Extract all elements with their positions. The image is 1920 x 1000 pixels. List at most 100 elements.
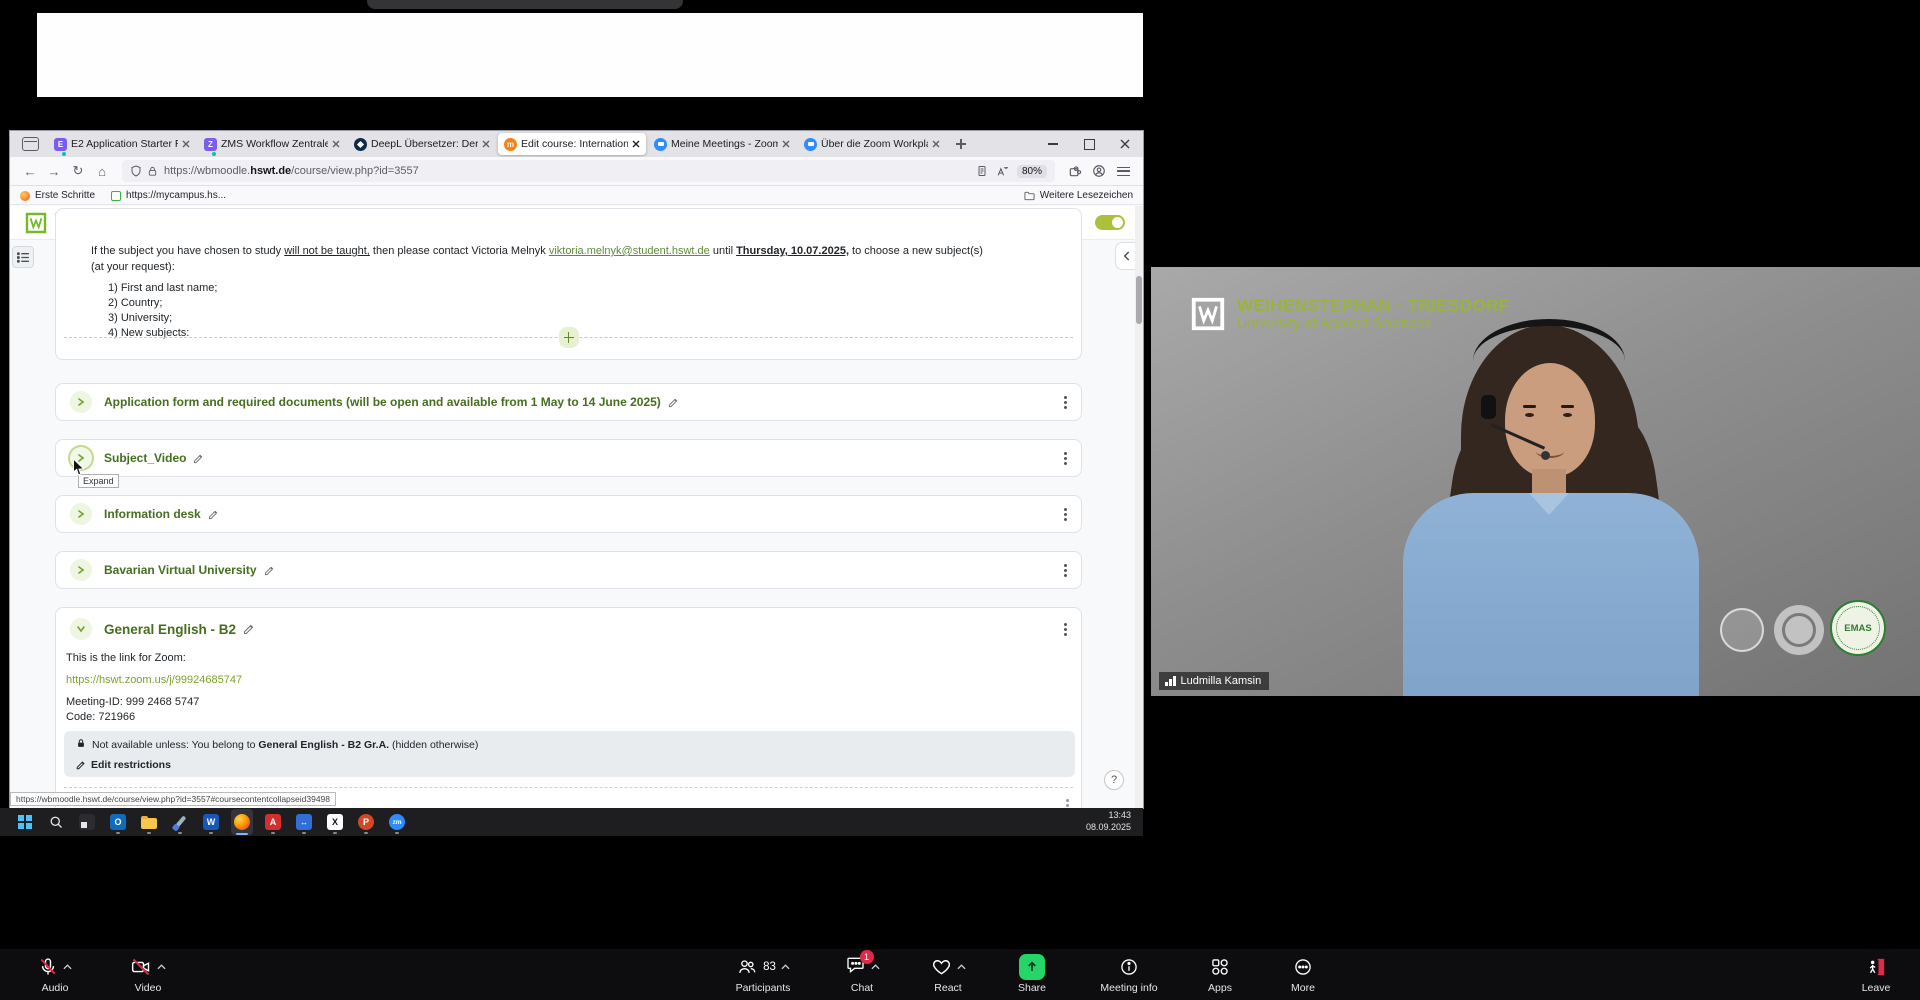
more-bookmarks-button[interactable]: Weitere Lesezeichen bbox=[1024, 190, 1133, 201]
page-scrollbar[interactable] bbox=[1135, 206, 1143, 808]
close-tab-icon[interactable] bbox=[632, 140, 640, 148]
tab-e2-application[interactable]: E E2 Application Starter Rolle:M bbox=[48, 133, 196, 155]
taskbar-zoom-button[interactable]: zm bbox=[386, 809, 408, 835]
zoom-meeting-link[interactable]: https://hswt.zoom.us/j/99924685747 bbox=[66, 674, 242, 686]
bookmark-erste-schritte[interactable]: Erste Schritte bbox=[20, 190, 95, 201]
profile-icon[interactable] bbox=[1087, 164, 1111, 178]
leave-meeting-button[interactable]: Leave bbox=[1836, 949, 1916, 1000]
close-tab-icon[interactable] bbox=[482, 140, 490, 148]
shield-icon[interactable] bbox=[130, 165, 142, 177]
taskbar-x-app-button[interactable]: X bbox=[324, 809, 346, 835]
email-link[interactable]: viktoria.melnyk@student.hswt.de bbox=[549, 245, 710, 257]
scrollbar-thumb[interactable] bbox=[1136, 276, 1142, 324]
section-menu-kebab-icon[interactable] bbox=[1064, 457, 1067, 460]
participants-button[interactable]: 83 Participants bbox=[705, 949, 821, 1000]
share-screen-button[interactable]: Share bbox=[990, 949, 1074, 1000]
meeting-id-text: Meeting-ID: 999 2468 5747 bbox=[66, 696, 199, 708]
tab-edit-course-active[interactable]: Edit course: International Onlin bbox=[498, 133, 646, 155]
section-menu-kebab-icon[interactable] bbox=[1064, 401, 1067, 404]
taskbar-firefox-button-active[interactable] bbox=[231, 809, 253, 835]
participant-video-tile[interactable]: WEIHENSTEPHAN · TRIESDORF University of … bbox=[1151, 267, 1920, 696]
tab-zms-workflow[interactable]: Z ZMS Workflow Zentrale bbox=[198, 133, 346, 155]
home-icon[interactable]: ⌂ bbox=[90, 164, 114, 179]
section-menu-kebab-icon[interactable] bbox=[1064, 628, 1067, 631]
edit-title-pencil-icon[interactable] bbox=[668, 397, 679, 408]
edit-title-pencil-icon[interactable] bbox=[264, 565, 275, 576]
expand-section-icon[interactable] bbox=[70, 503, 92, 525]
edit-title-pencil-icon[interactable] bbox=[243, 623, 255, 635]
participants-caret-icon[interactable] bbox=[781, 964, 790, 970]
section-title[interactable]: Information desk bbox=[104, 507, 201, 521]
section-menu-kebab-icon[interactable] bbox=[1064, 513, 1067, 516]
firefox-view-icon[interactable] bbox=[22, 137, 39, 151]
close-tab-icon[interactable] bbox=[932, 140, 940, 148]
reload-icon[interactable]: ↻ bbox=[66, 163, 90, 179]
section-menu-kebab-icon[interactable] bbox=[1064, 569, 1067, 572]
close-window-button[interactable] bbox=[1107, 131, 1143, 157]
tab-meine-meetings[interactable]: Meine Meetings - Zoom bbox=[648, 133, 796, 155]
react-caret-icon[interactable] bbox=[957, 964, 966, 970]
extensions-puzzle-icon[interactable] bbox=[1063, 164, 1087, 178]
forward-icon[interactable]: → bbox=[42, 164, 66, 179]
edit-title-pencil-icon[interactable] bbox=[208, 509, 219, 520]
audio-options-caret-icon[interactable] bbox=[63, 964, 72, 970]
tab-zoom-workplace[interactable]: Über die Zoom Workplace-App bbox=[798, 133, 946, 155]
windows-taskbar: O W A ↔ X P zm 13:43 08.09.2025 bbox=[0, 808, 1143, 836]
meeting-info-button[interactable]: Meeting info bbox=[1079, 949, 1179, 1000]
edit-mode-toggle[interactable] bbox=[1095, 215, 1125, 230]
help-button[interactable]: ? bbox=[1104, 770, 1124, 790]
close-tab-icon[interactable] bbox=[182, 140, 190, 148]
section-title[interactable]: Subject_Video bbox=[104, 451, 186, 465]
taskbar-powerpoint-button[interactable]: P bbox=[355, 809, 377, 835]
taskbar-tool-button[interactable] bbox=[169, 809, 191, 835]
taskbar-search-button[interactable] bbox=[45, 809, 67, 835]
minimize-button[interactable] bbox=[1035, 131, 1071, 157]
taskbar-sharing-hub-button[interactable]: ↔ bbox=[293, 809, 315, 835]
maximize-button[interactable] bbox=[1071, 131, 1107, 157]
clock-time: 13:43 bbox=[1086, 810, 1131, 822]
collapse-section-icon[interactable] bbox=[70, 618, 92, 640]
taskbar-acrobat-button[interactable]: A bbox=[262, 809, 284, 835]
video-button[interactable]: Video bbox=[106, 949, 190, 1000]
edit-restrictions-button[interactable]: Edit restrictions bbox=[76, 759, 1063, 771]
close-tab-icon[interactable] bbox=[332, 140, 340, 148]
taskbar-file-explorer-button[interactable] bbox=[138, 809, 160, 835]
video-logo-line2: University of Applied Sciences bbox=[1237, 316, 1510, 332]
open-right-drawer-button[interactable] bbox=[1115, 242, 1137, 270]
start-button[interactable] bbox=[14, 809, 36, 835]
section-title[interactable]: Application form and required documents … bbox=[104, 395, 661, 409]
audio-button[interactable]: Audio bbox=[13, 949, 97, 1000]
expand-section-icon[interactable] bbox=[70, 391, 92, 413]
add-activity-button[interactable] bbox=[559, 327, 579, 348]
edit-title-pencil-icon[interactable] bbox=[193, 453, 204, 464]
taskbar-outlook-button[interactable]: O bbox=[107, 809, 129, 835]
react-button[interactable]: React bbox=[906, 949, 990, 1000]
expand-section-icon[interactable] bbox=[70, 559, 92, 581]
lock-icon[interactable] bbox=[147, 166, 158, 177]
reader-mode-icon[interactable] bbox=[976, 165, 988, 177]
url-bar[interactable]: https://wbmoodle.hswt.de/course/view.php… bbox=[122, 160, 1055, 182]
taskbar-widgets-button[interactable] bbox=[76, 809, 98, 835]
section-title[interactable]: Bavarian Virtual University bbox=[104, 563, 257, 577]
taskbar-word-button[interactable]: W bbox=[200, 809, 222, 835]
chat-button[interactable]: 1 Chat bbox=[820, 949, 904, 1000]
taskbar-clock[interactable]: 13:43 08.09.2025 bbox=[1086, 810, 1131, 833]
apps-button[interactable]: Apps bbox=[1178, 949, 1262, 1000]
widgets-icon bbox=[79, 814, 95, 830]
translate-icon[interactable] bbox=[996, 165, 1009, 178]
zoom-meeting-controls-collapsed-bar[interactable] bbox=[367, 0, 683, 9]
open-block-drawer-button[interactable] bbox=[12, 246, 34, 268]
bookmark-mycampus[interactable]: https://mycampus.hs... bbox=[111, 190, 226, 201]
page-zoom-level[interactable]: 80% bbox=[1017, 165, 1047, 178]
new-tab-button[interactable] bbox=[952, 135, 970, 153]
tab-deepl[interactable]: DeepL Übersetzer: Der präzisest bbox=[348, 133, 496, 155]
video-options-caret-icon[interactable] bbox=[157, 964, 166, 970]
back-icon[interactable]: ← bbox=[18, 164, 42, 179]
participant-name: Ludmilla Kamsin bbox=[1181, 675, 1262, 687]
more-button[interactable]: More bbox=[1261, 949, 1345, 1000]
activity-menu-kebab-icon[interactable] bbox=[1066, 804, 1069, 807]
menu-hamburger-icon[interactable] bbox=[1111, 167, 1135, 176]
chat-caret-icon[interactable] bbox=[871, 964, 880, 970]
section-title[interactable]: General English - B2 bbox=[104, 622, 236, 637]
close-tab-icon[interactable] bbox=[782, 140, 790, 148]
